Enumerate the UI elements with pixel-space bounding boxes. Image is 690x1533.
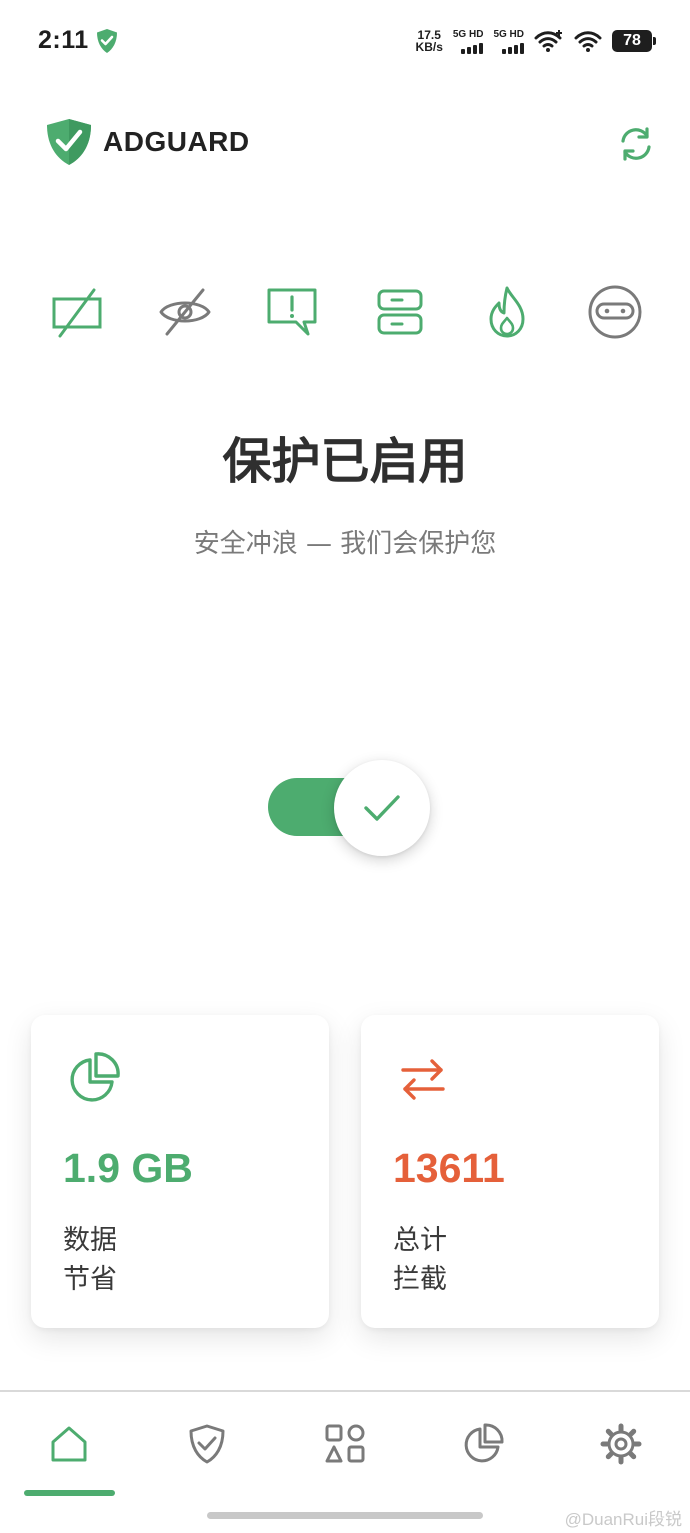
sim1-signal: 5G HD [453,29,484,54]
refresh-icon [621,127,651,161]
ninja-icon [588,285,642,339]
shapes-icon [325,1424,365,1463]
feature-icons-row [36,276,656,348]
total-blocked-label: 总计 拦截 [393,1221,513,1299]
feature-tracking-protection[interactable] [144,276,226,348]
nav-statistics[interactable] [414,1392,552,1502]
total-blocked-value: 13611 [393,1145,505,1191]
sim1-label: 5G HD [452,28,484,40]
battery-indicator: 78 [612,30,656,52]
status-indicators: 17.5 KB/s 5G HD 5G HD 78 [416,26,656,56]
sim2-signal: 5G HD [493,29,524,54]
data-saved-label-line1: 数据 [63,1225,117,1256]
signal-bars-icon [461,42,484,54]
eye-slash-icon [159,288,211,336]
network-speed-unit: KB/s [415,40,443,54]
toggle-knob [334,760,430,856]
feature-firewall[interactable] [466,276,548,348]
feature-ad-blocking[interactable] [36,276,118,348]
adguard-home-screen: 2:11 17.5 KB/s 5G HD 5G HD 78 ADGUARD 保护… [0,0,690,1533]
signal-bars-icon [502,42,524,54]
protection-toggle[interactable] [268,760,438,856]
total-blocked-card[interactable]: 13611 总计 拦截 [361,1015,659,1328]
feature-dns-protection[interactable] [359,276,441,348]
gesture-home-bar[interactable] [207,1512,483,1519]
checkmark-icon [364,795,400,821]
nav-activity[interactable] [276,1392,414,1502]
wifi-plus-icon [534,30,562,52]
gear-icon [600,1423,642,1465]
app-brand-name: ADGUARD [103,126,250,157]
protection-status-title: 保护已启用 [222,433,468,490]
adguard-logo-icon [47,119,91,165]
nav-protection[interactable] [138,1392,276,1502]
total-blocked-label-line1: 总计 [393,1225,447,1256]
data-saved-value: 1.9 GB [63,1145,193,1191]
pie-chart-icon [464,1423,504,1463]
bottom-navigation [0,1392,690,1502]
pie-chart-icon [70,1052,120,1102]
wifi-icon [574,31,602,52]
server-icon [377,289,423,335]
feature-stealth-mode[interactable] [574,276,656,348]
alert-message-icon [267,288,317,336]
nav-home[interactable] [0,1392,138,1502]
total-blocked-label-line2: 拦截 [393,1264,447,1295]
home-icon [51,1426,87,1462]
active-tab-indicator [24,1490,115,1496]
watermark: @DuanRui段锐 [564,1510,682,1529]
ad-block-icon [52,288,102,338]
feature-annoyance-blocking[interactable] [251,276,333,348]
status-time: 2:11 [38,26,89,54]
data-saved-label: 数据 节省 [63,1221,183,1299]
arrows-exchange-icon [401,1059,445,1100]
network-speed: 17.5 KB/s [416,29,443,53]
status-bar: 2:11 17.5 KB/s 5G HD 5G HD 78 [0,0,690,84]
data-saved-card[interactable]: 1.9 GB 数据 节省 [31,1015,329,1328]
flame-icon [489,286,525,338]
nav-settings[interactable] [552,1392,690,1502]
refresh-button[interactable] [612,120,660,168]
shield-check-icon [189,1424,225,1464]
adguard-status-icon [97,29,117,53]
protection-status-subtitle: 安全冲浪 — 我们会保护您 [193,529,497,559]
sim2-label: 5G HD [493,28,524,40]
data-saved-label-line2: 节省 [63,1264,117,1295]
